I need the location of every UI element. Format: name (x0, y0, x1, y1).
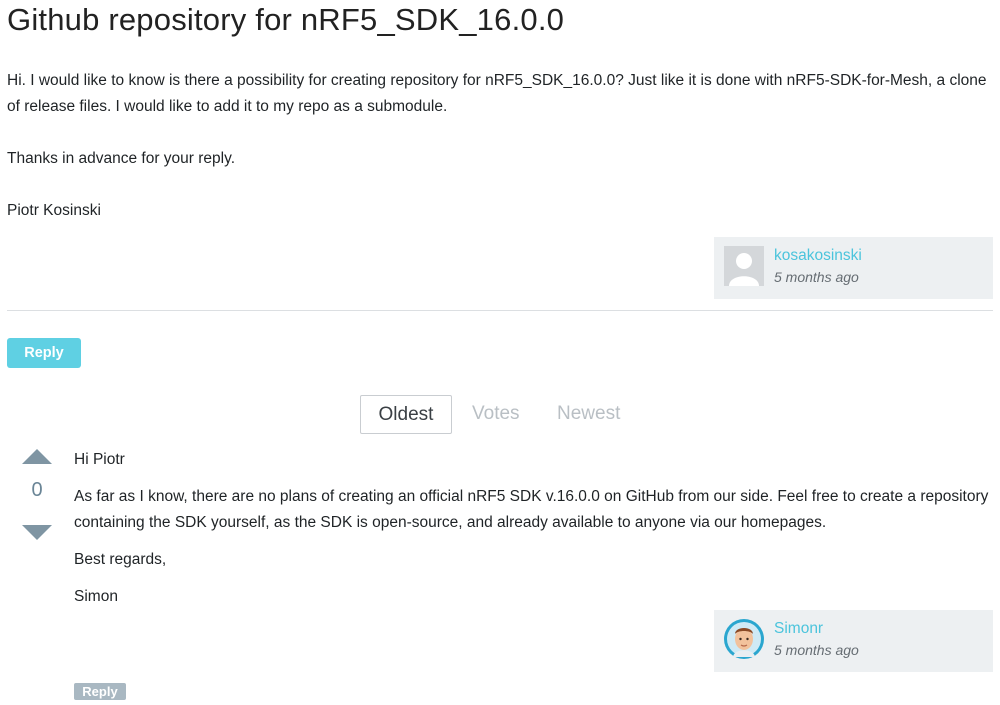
answer-paragraph: Hi Piotr (74, 451, 125, 468)
question-author-card: kosakosinski 5 months ago (714, 237, 993, 299)
answer-paragraph: As far as I know, there are no plans of … (74, 488, 989, 531)
question-body: Hi. I would like to know is there a poss… (7, 68, 987, 250)
author-name-link[interactable]: kosakosinski (774, 247, 862, 265)
tab-newest[interactable]: Newest (557, 395, 620, 432)
question-title: Github repository for nRF5_SDK_16.0.0 (7, 2, 565, 37)
question-signature: Piotr Kosinski (7, 202, 101, 219)
tab-votes[interactable]: Votes (472, 395, 520, 432)
downvote-arrow-icon[interactable] (22, 525, 52, 540)
user-photo-avatar-icon[interactable] (724, 619, 764, 659)
answer-paragraph: Best regards, (74, 551, 167, 568)
answer-reply-button[interactable]: Reply (74, 683, 126, 700)
post-timestamp: 5 months ago (774, 269, 859, 285)
tab-oldest[interactable]: Oldest (360, 395, 452, 434)
default-user-avatar-icon[interactable] (724, 246, 764, 286)
divider (7, 310, 993, 311)
question-paragraph: Hi. I would like to know is there a poss… (7, 72, 987, 115)
answer-body: Hi Piotr As far as I know, there are no … (74, 447, 999, 621)
question-paragraph: Thanks in advance for your reply. (7, 150, 236, 167)
post-timestamp: 5 months ago (774, 642, 859, 658)
answer-author-card: Simonr 5 months ago (714, 610, 993, 672)
upvote-arrow-icon[interactable] (22, 449, 52, 464)
author-name-link[interactable]: Simonr (774, 620, 823, 638)
vote-count: 0 (31, 479, 43, 501)
reply-button[interactable]: Reply (7, 338, 81, 368)
answer-signature: Simon (74, 588, 118, 605)
